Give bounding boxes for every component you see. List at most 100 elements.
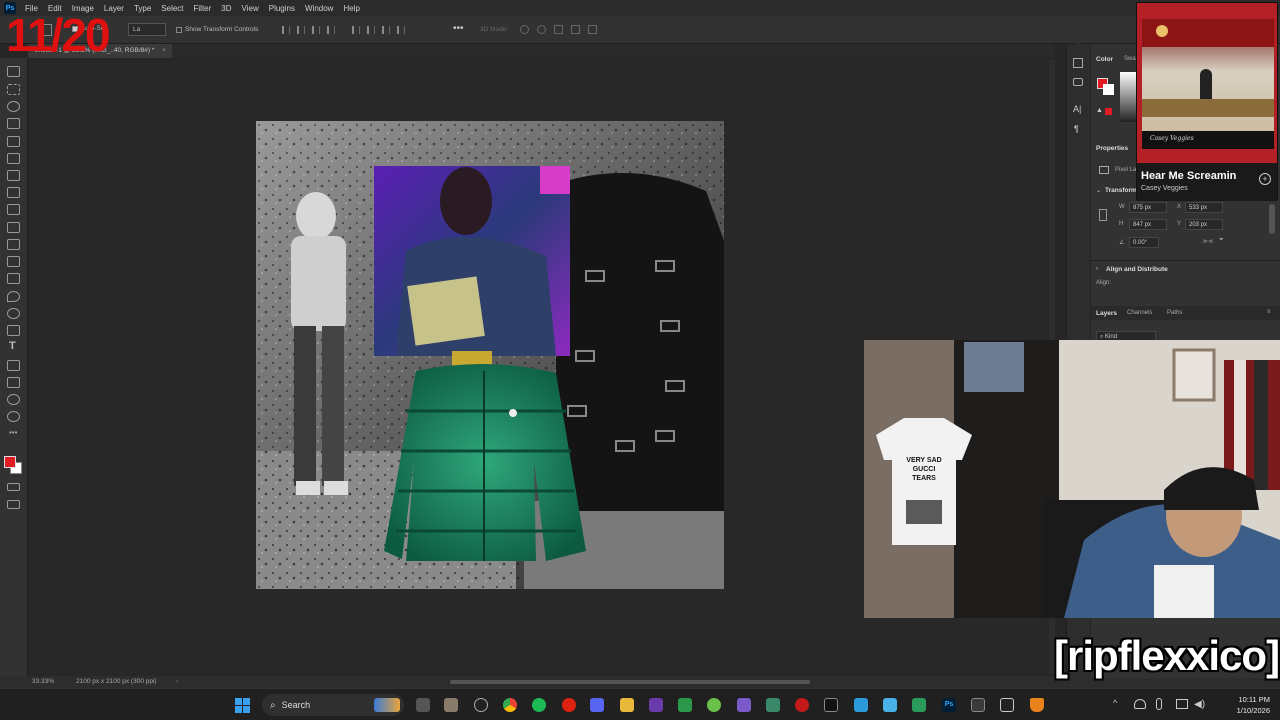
align-hcenter-icon[interactable]	[297, 26, 305, 34]
properties-scrollbar[interactable]	[1269, 204, 1275, 234]
spotify-icon[interactable]	[532, 698, 546, 712]
flip-vertical-icon[interactable]: ⏷	[1219, 237, 1224, 244]
opera-icon[interactable]	[562, 698, 576, 712]
paths-tab[interactable]: Paths	[1167, 310, 1182, 316]
app-icon-7[interactable]	[824, 698, 838, 712]
align-distribute-title[interactable]: Align and Distribute	[1106, 266, 1168, 273]
github-icon[interactable]	[474, 698, 488, 712]
eraser-tool-icon[interactable]	[7, 256, 20, 267]
clone-stamp-tool-icon[interactable]	[7, 222, 20, 233]
character-panel-icon[interactable]: A|	[1073, 104, 1081, 114]
app-icon-2[interactable]	[649, 698, 663, 712]
windows-start-icon[interactable]	[235, 698, 250, 713]
task-view-icon[interactable]	[416, 698, 430, 712]
3d-slide-icon[interactable]	[571, 25, 580, 34]
app-icon-4[interactable]	[737, 698, 751, 712]
app-icon-1[interactable]	[444, 698, 458, 712]
distribute-icon[interactable]	[327, 26, 335, 34]
gamut-color-chip[interactable]	[1105, 108, 1112, 115]
tray-overflow-icon[interactable]: ^	[1113, 698, 1117, 708]
app-icon-12[interactable]	[1000, 698, 1014, 712]
y-position-field[interactable]: 203 px	[1185, 219, 1223, 230]
3d-roll-icon[interactable]	[537, 25, 546, 34]
frame-tool-icon[interactable]	[7, 153, 20, 164]
link-dimensions-icon[interactable]	[1099, 209, 1107, 221]
quick-mask-icon[interactable]	[7, 483, 20, 491]
align-bottom-icon[interactable]	[382, 26, 390, 34]
width-field[interactable]: 875 px	[1129, 202, 1167, 213]
history-panel-icon[interactable]	[1073, 58, 1083, 68]
layers-tab[interactable]: Layers	[1096, 310, 1117, 317]
paragraph-panel-icon[interactable]: ¶	[1074, 124, 1079, 134]
color-ramp[interactable]	[1120, 72, 1136, 122]
menu-window[interactable]: Window	[300, 4, 338, 13]
app-icon-10[interactable]	[912, 698, 926, 712]
document-canvas[interactable]	[256, 121, 724, 589]
gradient-tool-icon[interactable]	[7, 273, 20, 284]
chrome-icon[interactable]	[503, 698, 517, 712]
edit-toolbar-icon[interactable]: •••	[9, 428, 17, 437]
align-section-chevron-icon[interactable]: ›	[1096, 266, 1098, 272]
history-brush-tool-icon[interactable]	[7, 239, 20, 250]
move-tool-icon[interactable]	[7, 66, 20, 77]
document-size-info[interactable]: 2100 px x 2100 px (300 ppi)	[76, 678, 157, 685]
crop-tool-icon[interactable]	[7, 136, 20, 147]
3d-orbit-icon[interactable]	[520, 25, 529, 34]
x-position-field[interactable]: 533 px	[1185, 202, 1223, 213]
swatches-tab[interactable]: Swa	[1124, 56, 1136, 62]
cloud-icon[interactable]	[1134, 699, 1146, 709]
pen-tool-icon[interactable]	[7, 325, 20, 336]
object-selection-tool-icon[interactable]	[7, 118, 20, 129]
status-expand-icon[interactable]: ›	[176, 678, 178, 685]
app-icon-6[interactable]	[795, 698, 809, 712]
file-explorer-icon[interactable]	[620, 698, 634, 712]
angle-field[interactable]: 0.00°	[1129, 237, 1159, 248]
add-song-icon[interactable]: +	[1259, 173, 1271, 185]
foreground-color-swatch[interactable]	[4, 456, 16, 468]
color-tab[interactable]: Color	[1096, 56, 1113, 63]
comments-panel-icon[interactable]	[1073, 78, 1083, 86]
app-icon-8[interactable]	[854, 698, 868, 712]
healing-brush-tool-icon[interactable]	[7, 187, 20, 198]
transform-section-chevron-icon[interactable]: ⌄	[1096, 187, 1101, 194]
align-right-icon[interactable]	[312, 26, 320, 34]
menu-3d[interactable]: 3D	[216, 4, 236, 13]
marquee-tool-icon[interactable]	[7, 84, 20, 95]
vlc-icon[interactable]	[1030, 698, 1044, 712]
3d-scale-icon[interactable]	[588, 25, 597, 34]
transform-title[interactable]: Transform	[1105, 187, 1137, 194]
3d-pan-icon[interactable]	[554, 25, 563, 34]
xbox-icon[interactable]	[678, 698, 692, 712]
zoom-tool-icon[interactable]	[7, 411, 20, 422]
type-tool-icon[interactable]: T	[9, 340, 16, 352]
app-icon-9[interactable]	[883, 698, 897, 712]
app-icon-11[interactable]	[971, 698, 985, 712]
more-options-icon[interactable]: •••	[453, 23, 464, 34]
network-icon[interactable]	[1176, 699, 1188, 709]
menu-type[interactable]: Type	[129, 4, 156, 13]
menu-help[interactable]: Help	[338, 4, 364, 13]
brush-tool-icon[interactable]	[7, 204, 20, 215]
path-selection-tool-icon[interactable]	[7, 360, 20, 371]
app-icon-3[interactable]	[707, 698, 721, 712]
show-transform-controls-checkbox[interactable]	[176, 26, 182, 33]
auto-select-target-dropdown[interactable]: La	[128, 23, 166, 36]
discord-icon[interactable]	[590, 698, 604, 712]
menu-view[interactable]: View	[237, 4, 264, 13]
color-panel-background-swatch[interactable]	[1103, 84, 1114, 95]
lasso-tool-icon[interactable]	[7, 101, 20, 112]
eyedropper-tool-icon[interactable]	[7, 170, 20, 181]
close-tab-icon[interactable]: ×	[162, 47, 166, 54]
volume-icon[interactable]: ◀)	[1194, 699, 1205, 710]
photoshop-taskbar-icon[interactable]: Ps	[942, 698, 956, 712]
menu-select[interactable]: Select	[156, 4, 188, 13]
distribute-vertical-icon[interactable]	[397, 26, 405, 34]
menu-filter[interactable]: Filter	[189, 4, 217, 13]
zoom-level[interactable]: 33.33%	[32, 678, 54, 685]
menu-plugins[interactable]: Plugins	[264, 4, 300, 13]
panel-menu-icon[interactable]: ≡	[1267, 309, 1271, 315]
dodge-tool-icon[interactable]	[7, 308, 20, 319]
horizontal-scrollbar[interactable]	[450, 680, 810, 684]
align-top-icon[interactable]	[352, 26, 360, 34]
microphone-icon[interactable]	[1156, 698, 1162, 710]
